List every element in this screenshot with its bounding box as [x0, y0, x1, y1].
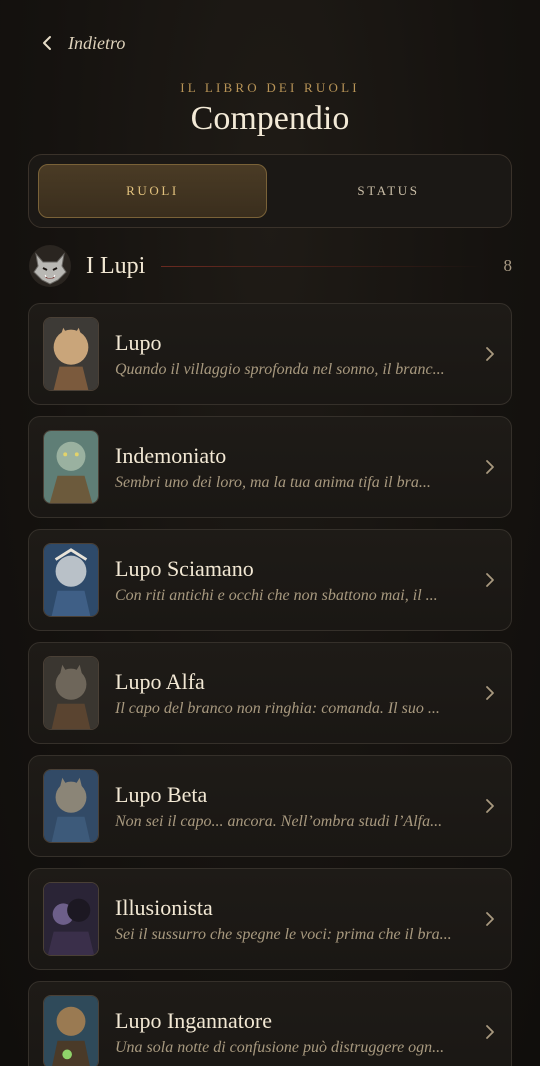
role-description: Una sola notte di confusione può distrug…: [115, 1039, 445, 1056]
back-button[interactable]: Indietro: [40, 28, 125, 58]
chevron-right-icon: [473, 459, 495, 475]
roles-list: Lupo Quando il villaggio sprofonda nel s…: [28, 303, 512, 1066]
role-text: Lupo Ingannatore Una sola notte di confu…: [115, 1007, 473, 1057]
role-card-lupo-sciamano[interactable]: Lupo Sciamano Con riti antichi e occhi c…: [28, 529, 512, 631]
group-name: I Lupi: [86, 252, 146, 279]
group-count: 8: [503, 256, 513, 275]
role-portrait: [43, 882, 99, 956]
role-description: Quando il villaggio sprofonda nel sonno,…: [115, 361, 445, 378]
role-card-lupo-alfa[interactable]: Lupo Alfa Il capo del branco non ringhia…: [28, 642, 512, 744]
role-text: Illusionista Sei il sussurro che spegne …: [115, 894, 473, 944]
role-description: Con riti antichi e occhi che non sbatton…: [115, 587, 438, 604]
group-divider: [161, 265, 484, 267]
role-card-lupo-ingannatore[interactable]: Lupo Ingannatore Una sola notte di confu…: [28, 981, 512, 1066]
chevron-right-icon: [473, 572, 495, 588]
tab-ruoli[interactable]: RUOLI: [38, 164, 267, 218]
chevron-left-icon: [40, 36, 54, 50]
role-description: Sembri uno dei loro, ma la tua anima tif…: [115, 474, 431, 491]
role-card-illusionista[interactable]: Illusionista Sei il sussurro che spegne …: [28, 868, 512, 970]
role-name: Lupo Alfa: [115, 669, 205, 694]
role-text: Lupo Quando il villaggio sprofonda nel s…: [115, 329, 473, 379]
role-name: Indemoniato: [115, 443, 227, 468]
role-card-lupo-beta[interactable]: Lupo Beta Non sei il capo... ancora. Nel…: [28, 755, 512, 857]
role-text: Lupo Beta Non sei il capo... ancora. Nel…: [115, 781, 473, 831]
chevron-right-icon: [473, 798, 495, 814]
page-overline: IL LIBRO DEI RUOLI: [180, 80, 360, 95]
role-card-indemoniato[interactable]: Indemoniato Sembri uno dei loro, ma la t…: [28, 416, 512, 518]
role-text: Lupo Alfa Il capo del branco non ringhia…: [115, 668, 473, 718]
role-name: Lupo Sciamano: [115, 556, 254, 581]
chevron-right-icon: [473, 685, 495, 701]
tab-status[interactable]: STATUS: [275, 164, 502, 218]
chevron-right-icon: [473, 1024, 495, 1040]
role-name: Lupo: [115, 330, 162, 355]
role-description: Non sei il capo... ancora. Nell’ombra st…: [115, 813, 443, 830]
role-portrait: [43, 995, 99, 1066]
role-text: Lupo Sciamano Con riti antichi e occhi c…: [115, 555, 473, 605]
group-header: I Lupi 8: [28, 242, 512, 290]
role-name: Lupo Beta: [115, 782, 208, 807]
page-title: Compendio: [190, 100, 350, 137]
role-text: Indemoniato Sembri uno dei loro, ma la t…: [115, 442, 473, 492]
role-portrait: [43, 317, 99, 391]
role-portrait: [43, 769, 99, 843]
role-name: Lupo Ingannatore: [115, 1008, 272, 1033]
role-portrait: [43, 656, 99, 730]
back-label: Indietro: [68, 32, 126, 53]
role-portrait: [43, 543, 99, 617]
role-description: Il capo del branco non ringhia: comanda.…: [115, 700, 440, 717]
chevron-right-icon: [473, 346, 495, 362]
role-name: Illusionista: [115, 895, 213, 920]
role-description: Sei il sussurro che spegne le voci: prim…: [115, 926, 452, 943]
wolf-head-icon: [28, 244, 72, 288]
chevron-right-icon: [473, 911, 495, 927]
role-card-lupo[interactable]: Lupo Quando il villaggio sprofonda nel s…: [28, 303, 512, 405]
role-portrait: [43, 430, 99, 504]
segmented-control: RUOLI STATUS: [28, 154, 512, 228]
